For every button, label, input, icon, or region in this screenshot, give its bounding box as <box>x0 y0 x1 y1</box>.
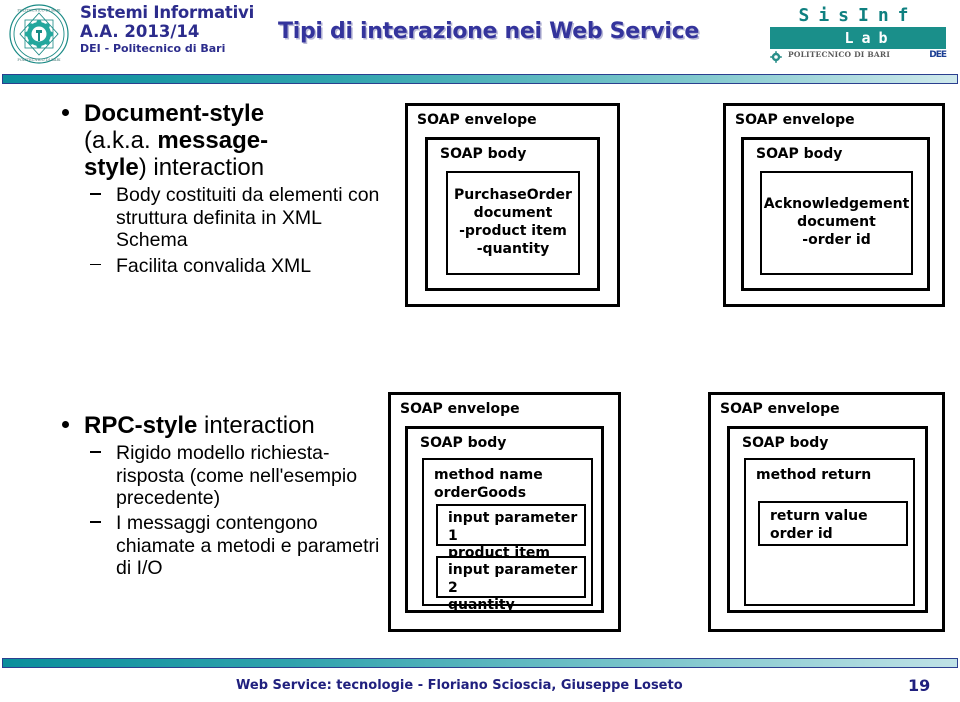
diagram-rpc-request-param1: input parameter 1 product item <box>436 504 586 561</box>
page-number: 19 <box>908 676 931 695</box>
diagram-doc-response-envelope: SOAP envelope SOAP body Acknowledgement … <box>723 103 945 307</box>
document-style-heading: Document-style (a.k.a. message- style) i… <box>54 100 394 181</box>
rpc-style-heading: RPC-style interaction <box>54 412 394 439</box>
rpc-style-sub-item-1: Rigido modello richiesta-risposta (come … <box>54 442 394 509</box>
document-style-text-block: Document-style (a.k.a. message- style) i… <box>54 100 394 277</box>
rpc-style-sub-item-2: I messaggi contengono chiamate a metodi … <box>54 512 394 579</box>
header-divider-bar <box>2 74 958 84</box>
svg-text:POLITECNICO DI BARI: POLITECNICO DI BARI <box>17 58 61 62</box>
diagram-doc-response-envelope-label: SOAP envelope <box>735 112 855 128</box>
sisinf-lab-logo-bar: Lab <box>770 27 946 49</box>
diagram-rpc-response-envelope: SOAP envelope SOAP body method return re… <box>708 392 945 632</box>
rpc-style-heading-plain: interaction <box>197 412 315 439</box>
bullet-dot-icon <box>62 109 69 116</box>
diagram-rpc-request-param1-label: input parameter 1 product item <box>448 510 578 561</box>
diagram-rpc-request-envelope: SOAP envelope SOAP body method name orde… <box>388 392 621 632</box>
dash-bullet-icon <box>90 451 101 453</box>
course-department: DEI - Politecnico di Bari <box>80 41 226 55</box>
bullet-dot-icon <box>62 421 69 428</box>
politecnico-di-bari-seal-icon: POLITECNICO DI BARI POLITECNICO DI BARI <box>6 3 72 65</box>
document-style-sub-item-2-label: Facilita convalida XML <box>116 254 312 277</box>
diagram-rpc-response-body: SOAP body method return return value ord… <box>727 426 928 613</box>
diagram-doc-response-body: SOAP body Acknowledgement document -orde… <box>741 137 930 291</box>
slide-header: POLITECNICO DI BARI POLITECNICO DI BARI … <box>0 0 960 84</box>
svg-text:POLITECNICO DI BARI: POLITECNICO DI BARI <box>17 9 61 13</box>
document-style-heading-part3-bold: style <box>84 154 139 182</box>
document-style-heading-part3-post: ) interaction <box>138 154 265 182</box>
sisinf-lab-logo-bar-text: Lab <box>844 29 896 47</box>
gear-icon <box>770 50 782 63</box>
document-style-sub-item-1-label: Body costituiti da elementi con struttur… <box>116 184 380 252</box>
document-style-sub-item-1: Body costituiti da elementi con struttur… <box>54 184 394 251</box>
footer-text: Web Service: tecnologie - Floriano Scios… <box>236 678 683 693</box>
diagram-doc-request-envelope-label: SOAP envelope <box>417 112 537 128</box>
course-title: Sistemi Informativi <box>80 3 255 22</box>
document-style-sub-item-2: Facilita convalida XML <box>54 255 394 277</box>
dee-mark-icon: DEE <box>929 50 947 60</box>
document-style-heading-part2-pre: (a.k.a. <box>84 127 158 155</box>
diagram-doc-request-payload: PurchaseOrder document -product item -qu… <box>446 171 580 275</box>
rpc-style-heading-bold: RPC-style <box>84 412 198 439</box>
diagram-rpc-request-body-label: SOAP body <box>420 435 507 451</box>
diagram-doc-response-payload-label: Acknowledgement document -order id <box>763 196 910 248</box>
diagram-rpc-response-return: return value order id <box>758 501 908 546</box>
document-style-heading-part1: Document-style <box>84 100 265 127</box>
diagram-rpc-request-param2-label: input parameter 2 quantity <box>448 562 578 613</box>
diagram-doc-response-body-label: SOAP body <box>756 146 843 162</box>
diagram-doc-response-payload: Acknowledgement document -order id <box>760 171 913 275</box>
diagram-rpc-request-envelope-label: SOAP envelope <box>400 401 520 417</box>
diagram-doc-request-body-label: SOAP body <box>440 146 527 162</box>
diagram-rpc-response-return-label: return value order id <box>770 508 868 542</box>
sisinf-lab-logo-footer-text: POLITECNICO DI BARI <box>788 50 891 59</box>
diagram-rpc-request-body: SOAP body method name orderGoods input p… <box>405 426 604 613</box>
rpc-style-sub-item-1-label: Rigido modello richiesta-risposta (come … <box>116 442 358 509</box>
dash-bullet-icon <box>90 193 101 195</box>
diagram-rpc-request-param2: input parameter 2 quantity <box>436 556 586 613</box>
course-academic-year: A.A. 2013/14 <box>80 21 200 41</box>
rpc-style-sub-item-2-label: I messaggi contengono chiamate a metodi … <box>116 512 380 580</box>
rpc-style-text-block: RPC-style interaction Rigido modello ric… <box>54 412 394 580</box>
document-style-heading-part2-bold: message- <box>157 127 269 155</box>
sisinf-lab-logo-footer: POLITECNICO DI BARI DEE <box>770 50 947 63</box>
diagram-rpc-response-method-label: method return <box>756 467 872 483</box>
diagram-rpc-response-envelope-label: SOAP envelope <box>720 401 840 417</box>
course-info-block: Sistemi Informativi A.A. 2013/14 DEI - P… <box>80 4 254 55</box>
diagram-rpc-request-method: method name orderGoods input parameter 1… <box>422 458 593 613</box>
diagram-doc-request-body: SOAP body PurchaseOrder document -produc… <box>425 137 600 291</box>
sisinf-lab-logo-top-text: SisInf <box>798 5 918 26</box>
slide-canvas: POLITECNICO DI BARI POLITECNICO DI BARI … <box>0 0 960 702</box>
diagram-rpc-response-body-label: SOAP body <box>742 435 829 451</box>
sisinf-lab-logo: SisInf Lab POLITECNICO DI BARI DEE <box>762 4 952 64</box>
slide-title: Tipi di interazione nei Web Service <box>278 19 700 44</box>
diagram-rpc-response-method: method return return value order id <box>744 458 915 606</box>
diagram-rpc-request-method-label: method name orderGoods <box>434 467 543 501</box>
dash-bullet-icon <box>90 521 101 523</box>
diagram-doc-request-payload-label: PurchaseOrder document -product item -qu… <box>454 187 572 257</box>
diagram-doc-request-envelope: SOAP envelope SOAP body PurchaseOrder do… <box>405 103 620 307</box>
dash-bullet-icon <box>90 263 101 266</box>
footer-divider-bar <box>2 658 958 668</box>
